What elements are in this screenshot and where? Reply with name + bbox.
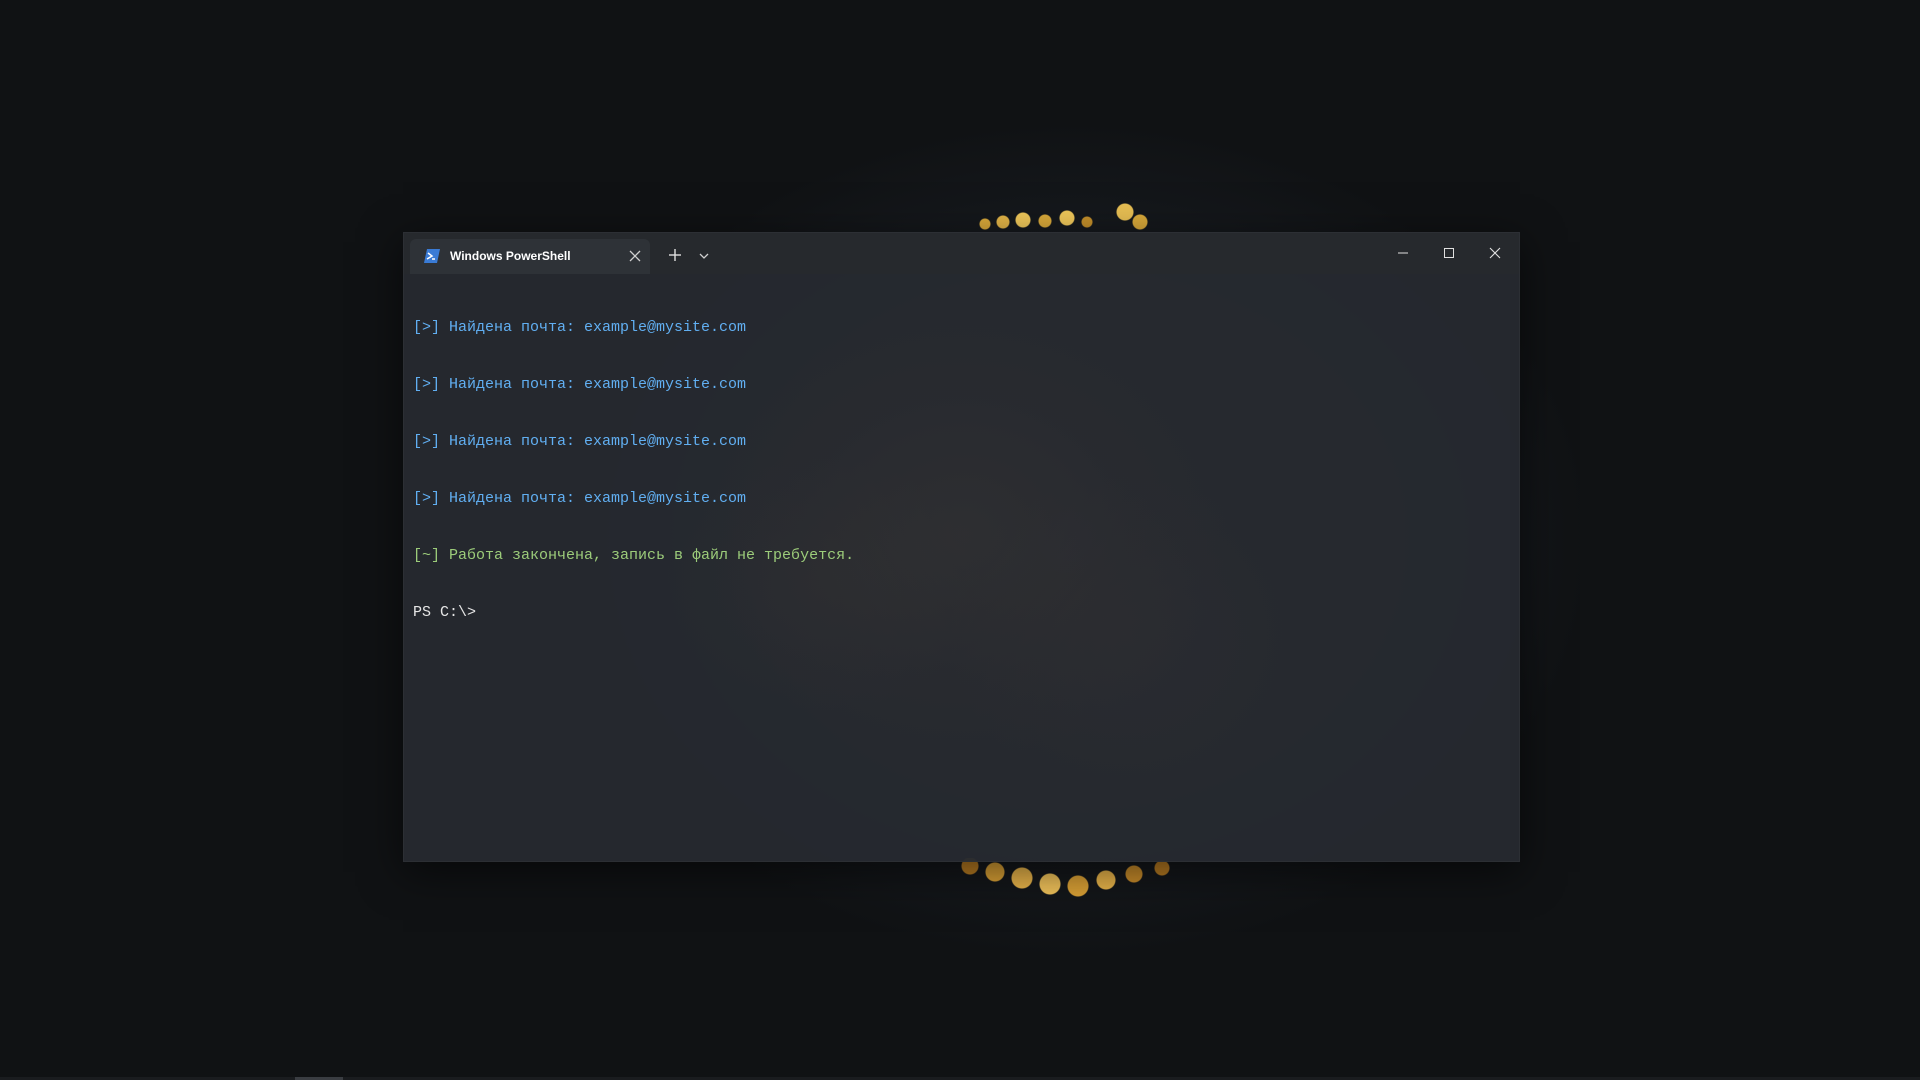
wallpaper-decoration-top (975, 196, 1155, 236)
tab-windows-powershell[interactable]: Windows PowerShell (410, 239, 650, 274)
command-prompt[interactable]: PS C:\> (413, 603, 854, 622)
minimize-icon (1398, 252, 1408, 254)
terminal-window: Windows PowerShell [>] Найдена почта: ex… (403, 232, 1520, 862)
terminal-line: [>] Найдена почта: example@mysite.com (413, 319, 747, 336)
maximize-button[interactable] (1426, 233, 1472, 274)
terminal-lines: [>] Найдена почта: example@mysite.com [>… (413, 280, 854, 660)
close-icon (1489, 247, 1501, 259)
desktop-wallpaper: Windows PowerShell [>] Найдена почта: ex… (0, 0, 1920, 1080)
tab-title: Windows PowerShell (450, 249, 571, 263)
title-bar[interactable]: Windows PowerShell (404, 233, 1519, 274)
wallpaper-decoration-bottom (950, 858, 1190, 906)
terminal-line: [>] Найдена почта: example@mysite.com (413, 433, 747, 450)
maximize-icon (1444, 248, 1454, 258)
powershell-icon (424, 249, 440, 263)
plus-icon[interactable] (667, 247, 683, 263)
terminal-line: [>] Найдена почта: example@mysite.com (413, 490, 747, 507)
close-icon[interactable] (628, 249, 642, 263)
chevron-down-icon[interactable] (698, 249, 710, 261)
terminal-line: [>] Найдена почта: example@mysite.com (413, 376, 747, 393)
minimize-button[interactable] (1380, 233, 1426, 274)
close-window-button[interactable] (1472, 233, 1518, 274)
terminal-output-area[interactable]: [>] Найдена почта: example@mysite.com [>… (404, 274, 1519, 861)
terminal-line: [~] Работа закончена, запись в файл не т… (413, 547, 855, 564)
